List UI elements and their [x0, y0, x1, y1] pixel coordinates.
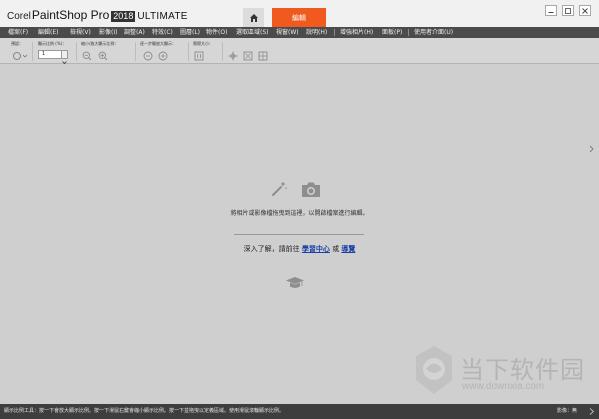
actual-size-icon[interactable] — [194, 51, 204, 61]
menu-file[interactable]: 檔案(F) — [8, 27, 28, 38]
watermark-text: 当下软件园 — [460, 356, 585, 384]
menu-selections[interactable]: 選取區域(S) — [236, 27, 269, 38]
brand-version: 2018 — [111, 11, 136, 22]
image-status: 影像：無 — [557, 408, 578, 414]
menu-palettes[interactable]: 面板(P) — [382, 27, 402, 38]
zoom-more-label: 逐一步驟放大顯示： — [140, 41, 176, 46]
preset-dropdown[interactable] — [12, 51, 28, 61]
drop-files-hint: 將相片或影像檔拖曳到這裡，以開啟檔案進行編輯。 — [230, 210, 369, 217]
menu-edit[interactable]: 編輯(E) — [38, 27, 58, 38]
learn-more-prefix: 深入了解，請前往 — [243, 245, 300, 253]
app-logo: Corel PaintShop Pro 2018 ULTIMATE — [7, 8, 188, 22]
menu-help[interactable]: 說明(H) — [306, 27, 327, 38]
zoom-in-icon[interactable] — [98, 51, 108, 61]
minimize-icon — [548, 11, 554, 13]
fit-window-icon[interactable] — [243, 51, 253, 61]
menu-separator — [334, 29, 335, 36]
menu-effects[interactable]: 特效(C) — [152, 27, 173, 38]
toolbar-separator — [76, 42, 77, 61]
menu-objects[interactable]: 物件(O) — [206, 27, 227, 38]
zoom-step-label: 縮小/放大顯示比例： — [81, 41, 119, 46]
maximize-icon — [565, 7, 571, 14]
status-text: 顯示比例工具：按一下會放大顯示比例。按一下滑鼠右鍵會縮小顯示比例。按一下並拖曳以… — [4, 408, 285, 414]
menu-user-interface[interactable]: 使用者介面(U) — [414, 27, 453, 38]
preset-label: 預設： — [11, 41, 23, 46]
minimize-button[interactable] — [545, 5, 557, 16]
menu-separator — [408, 29, 409, 36]
watermark-logo-icon — [416, 346, 452, 394]
learn-more-or: 或 — [332, 245, 340, 253]
home-icon — [249, 13, 258, 22]
toolbar-separator — [188, 42, 189, 61]
close-icon — [582, 7, 588, 14]
zoom-label: 顯示比例 (%)： — [38, 41, 67, 46]
title-bar: Corel PaintShop Pro 2018 ULTIMATE 編輯 — [0, 0, 599, 27]
watermark-url: www.downxia.com — [462, 381, 545, 392]
move-icon[interactable] — [228, 51, 238, 61]
zoom-dropdown-button[interactable] — [61, 50, 68, 65]
watermark: 当下软件园 www.downxia.com — [410, 340, 595, 400]
brand-corel: Corel — [7, 11, 31, 22]
menu-view[interactable]: 檢視(V) — [70, 27, 91, 38]
tab-edit[interactable]: 編輯 — [272, 8, 326, 27]
menu-enhance-photo[interactable]: 增強相片(H) — [340, 27, 373, 38]
tour-link[interactable]: 導覽 — [341, 245, 355, 253]
expand-palette-icon[interactable] — [588, 144, 596, 154]
brand-name: PaintShop Pro — [31, 8, 110, 22]
maximize-button[interactable] — [562, 5, 574, 16]
close-button[interactable] — [579, 5, 591, 16]
menu-adjust[interactable]: 調整(A) — [124, 27, 145, 38]
brand-edition: ULTIMATE — [137, 11, 188, 22]
step-zoom-out-icon[interactable] — [143, 51, 153, 61]
learning-center-link[interactable]: 學習中心 — [302, 245, 330, 253]
learn-more-line: 深入了解，請前往 學習中心 或 導覽 — [0, 244, 599, 254]
toolbar-separator — [32, 42, 33, 61]
actual-size-label: 實際大小： — [193, 41, 213, 46]
tab-home[interactable] — [243, 8, 264, 27]
menu-bar: 檔案(F) 編輯(E) 檢視(V) 影像(I) 調整(A) 特效(C) 圖層(L… — [0, 27, 599, 38]
fit-image-icon[interactable] — [258, 51, 268, 61]
menu-layers[interactable]: 圖層(L) — [180, 27, 200, 38]
toolbar-separator — [135, 42, 136, 61]
divider — [234, 234, 364, 235]
magic-wand-icon — [272, 182, 287, 196]
menu-window[interactable]: 視窗(W) — [276, 27, 299, 38]
camera-icon — [302, 182, 320, 197]
graduation-cap-icon — [286, 277, 304, 288]
zoom-out-icon[interactable] — [82, 51, 92, 61]
step-zoom-in-icon[interactable] — [158, 51, 168, 61]
toolbar-separator — [222, 42, 223, 61]
menu-image[interactable]: 影像(I) — [99, 27, 117, 38]
status-bar: 顯示比例工具：按一下會放大顯示比例。按一下滑鼠右鍵會縮小顯示比例。按一下並拖曳以… — [0, 404, 599, 419]
status-expand-icon[interactable] — [588, 407, 596, 416]
